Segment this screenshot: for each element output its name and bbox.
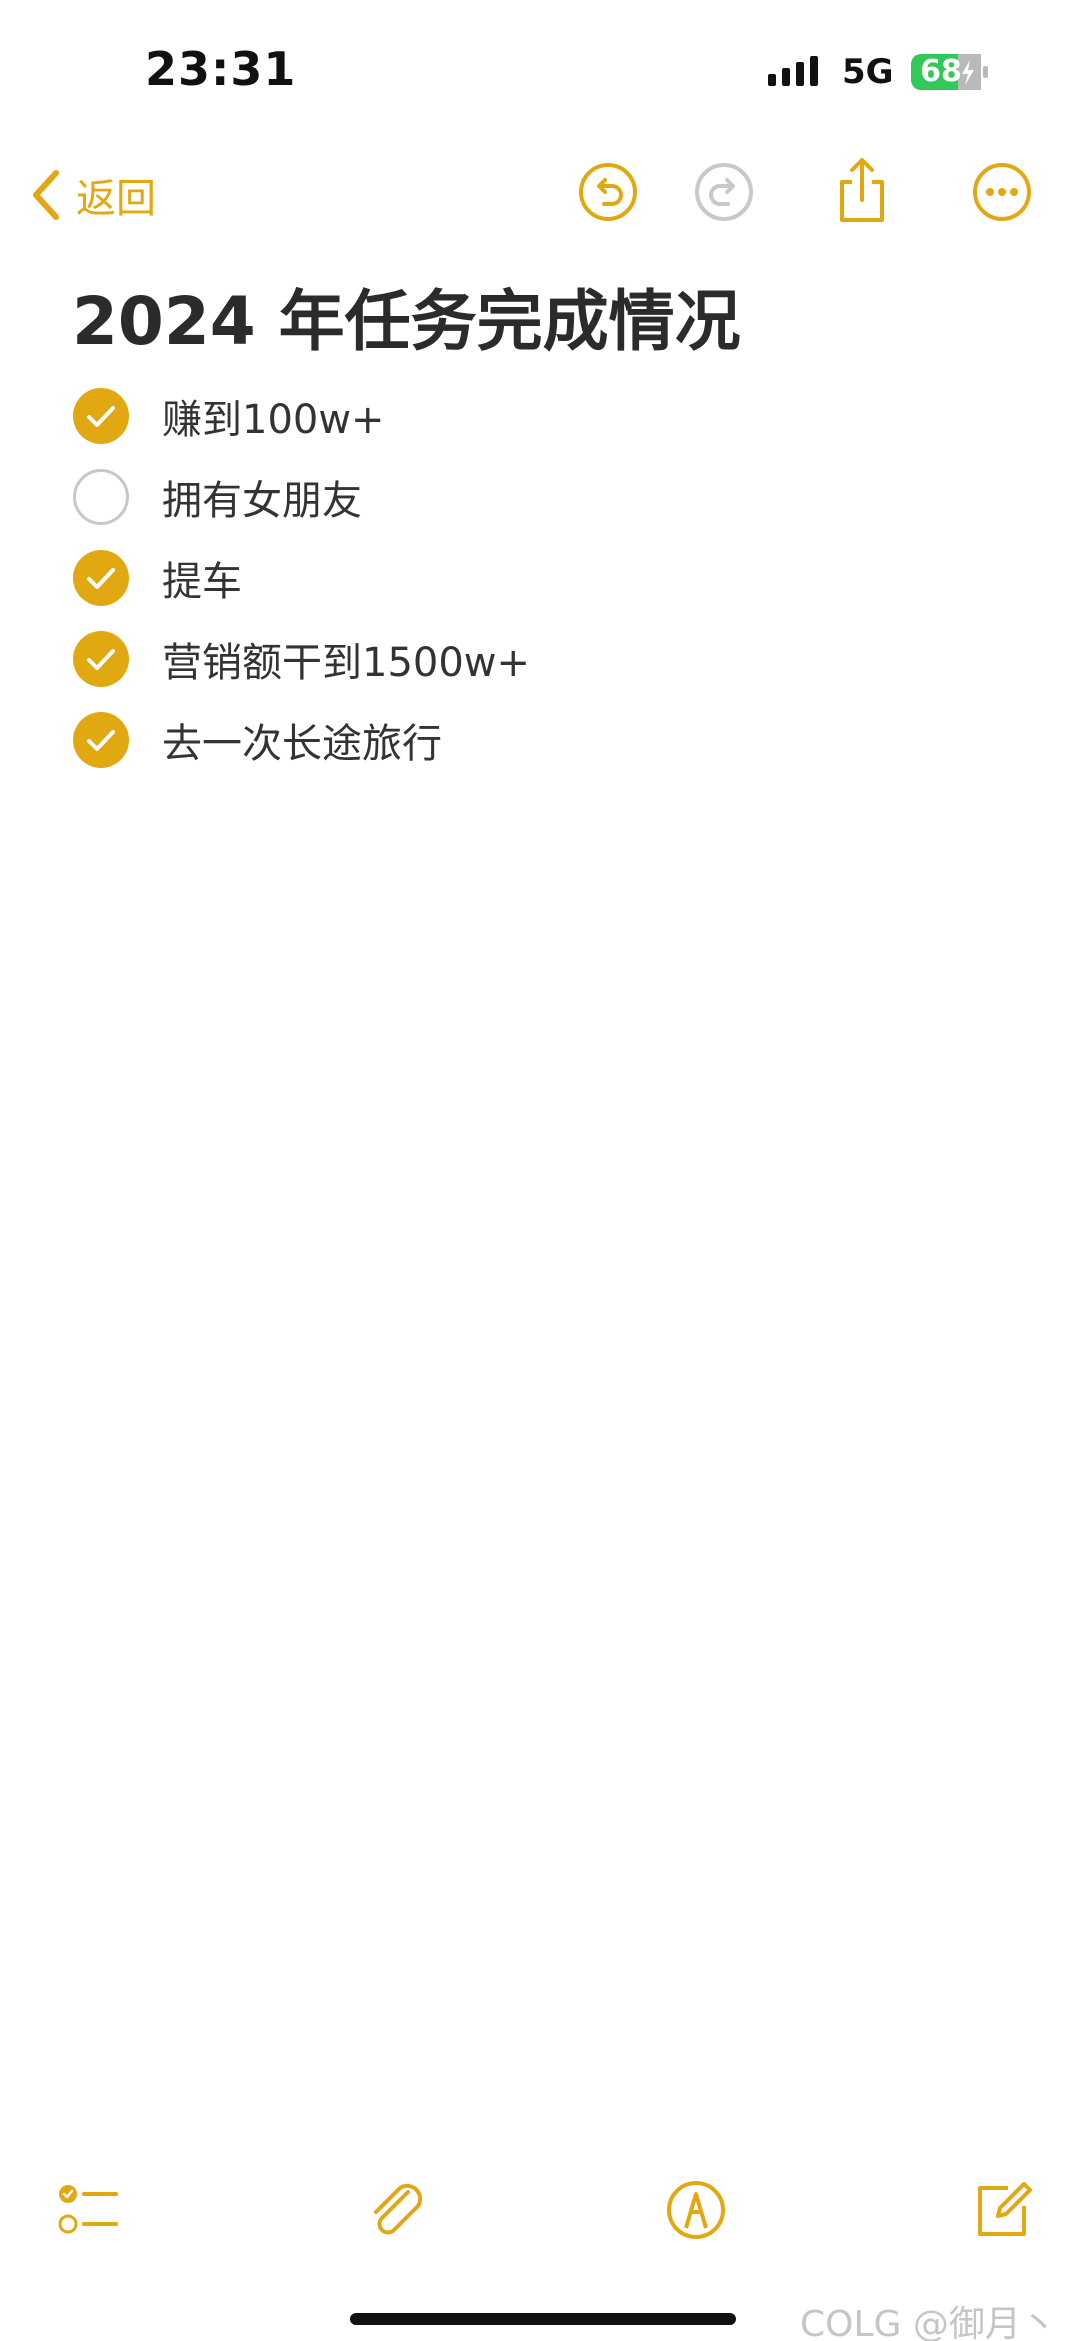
checklist-item[interactable]: 去一次长途旅行 — [72, 699, 972, 780]
checklist-item-text[interactable]: 去一次长途旅行 — [162, 711, 442, 769]
network-type: 5G — [842, 52, 894, 92]
checked-circle-icon[interactable] — [72, 387, 130, 445]
compose-icon[interactable] — [970, 2178, 1034, 2242]
undo-icon[interactable] — [576, 160, 640, 224]
checklist-icon[interactable] — [56, 2178, 120, 2242]
paperclip-icon[interactable] — [364, 2178, 428, 2242]
checklist: 赚到100w+ 拥有女朋友 提车 营销额干到1500w+ 去一次长途旅行 — [72, 375, 972, 780]
note-title[interactable]: 2024 年任务完成情况 — [72, 268, 741, 364]
checklist-item-text[interactable]: 赚到100w+ — [162, 387, 385, 445]
checked-circle-icon[interactable] — [72, 549, 130, 607]
checklist-item[interactable]: 提车 — [72, 537, 972, 618]
signal-icon — [768, 56, 818, 86]
checked-circle-icon[interactable] — [72, 711, 130, 769]
back-button[interactable]: 返回 — [28, 165, 156, 225]
checked-circle-icon[interactable] — [72, 630, 130, 688]
unchecked-circle-icon[interactable] — [72, 468, 130, 526]
redo-icon — [695, 163, 753, 221]
share-icon[interactable] — [830, 154, 894, 226]
battery-level: 68 — [920, 54, 962, 89]
markup-icon[interactable] — [664, 2178, 728, 2242]
status-time: 23:31 — [145, 42, 297, 96]
more-icon[interactable] — [970, 160, 1034, 224]
checklist-item[interactable]: 营销额干到1500w+ — [72, 618, 972, 699]
checklist-item[interactable]: 赚到100w+ — [72, 375, 972, 456]
notes-screen: 23:31 5G 68 返回 2024 年任务完成情况 赚到100w+ 拥有女朋… — [0, 0, 1080, 2341]
checklist-item-text[interactable]: 提车 — [162, 549, 242, 607]
back-label: 返回 — [76, 176, 156, 222]
checklist-item-text[interactable]: 营销额干到1500w+ — [162, 630, 530, 688]
chevron-left-icon — [33, 170, 59, 220]
home-indicator[interactable] — [350, 2313, 736, 2325]
checklist-item[interactable]: 拥有女朋友 — [72, 456, 972, 537]
checklist-item-text[interactable]: 拥有女朋友 — [162, 468, 362, 526]
watermark: COLG @御月丶 — [800, 2304, 1057, 2341]
